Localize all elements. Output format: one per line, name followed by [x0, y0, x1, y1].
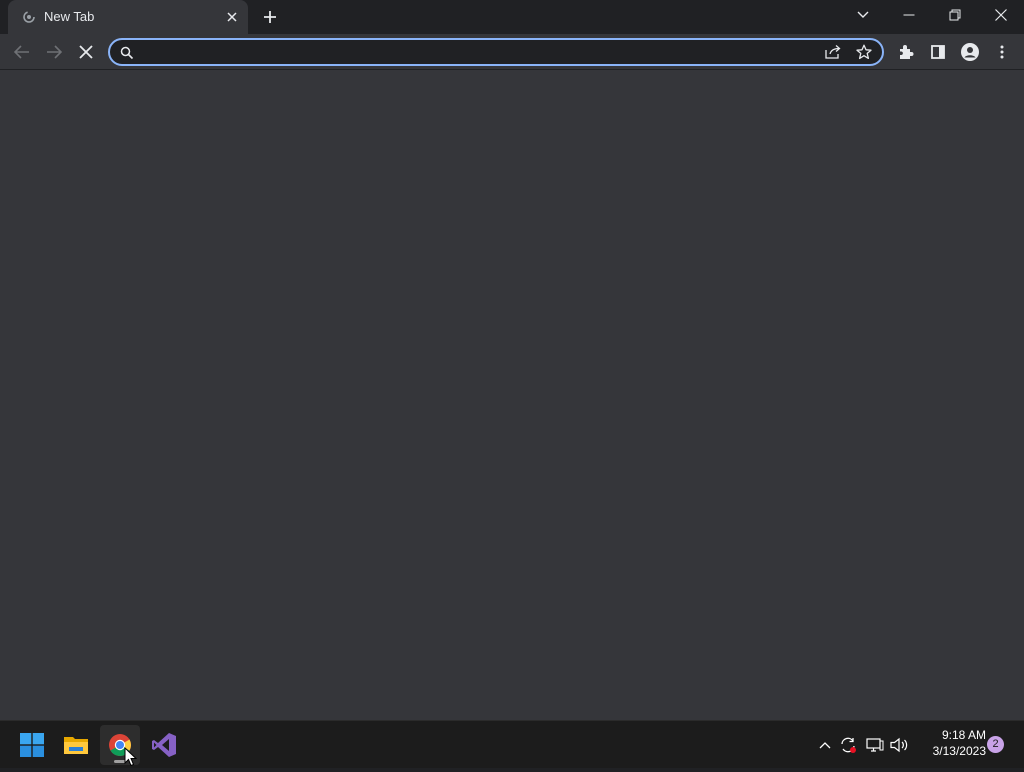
volume-icon[interactable]	[889, 733, 911, 757]
side-panel-button[interactable]	[924, 38, 952, 66]
chrome-loading-icon	[22, 10, 36, 24]
notification-badge[interactable]: 2	[987, 736, 1004, 753]
bookmark-star-icon[interactable]	[856, 44, 876, 62]
tab-title: New Tab	[44, 9, 95, 24]
restore-button[interactable]	[932, 0, 978, 30]
new-tab-button[interactable]	[258, 5, 282, 29]
mouse-cursor-icon	[124, 746, 138, 767]
address-input[interactable]	[142, 42, 802, 62]
taskbar: 9:18 AM 3/13/2023 2	[0, 720, 1024, 768]
sync-icon[interactable]	[837, 733, 859, 757]
page-content	[0, 71, 1024, 720]
tab-new-tab[interactable]: New Tab	[8, 0, 248, 34]
clock[interactable]: 9:18 AM 3/13/2023	[916, 727, 986, 759]
tab-search-button[interactable]	[840, 0, 886, 30]
address-bar[interactable]	[108, 38, 884, 66]
search-icon	[120, 46, 134, 60]
start-button[interactable]	[12, 725, 52, 765]
back-button[interactable]	[8, 38, 36, 66]
forward-button[interactable]	[40, 38, 68, 66]
tab-close-icon[interactable]	[224, 9, 240, 25]
browser-toolbar	[0, 34, 1024, 70]
title-bar: New Tab	[0, 0, 1024, 34]
chevron-up-icon[interactable]	[814, 733, 836, 757]
network-icon[interactable]	[864, 733, 886, 757]
stop-loading-button[interactable]	[72, 38, 100, 66]
file-explorer-button[interactable]	[56, 725, 96, 765]
clock-date: 3/13/2023	[932, 744, 986, 758]
clock-time: 9:18 AM	[941, 728, 986, 742]
browser-window: New Tab	[0, 0, 1024, 720]
share-icon[interactable]	[824, 44, 844, 62]
minimize-button[interactable]	[886, 0, 932, 30]
menu-button[interactable]	[988, 38, 1016, 66]
visual-studio-button[interactable]	[144, 725, 184, 765]
profile-button[interactable]	[956, 38, 984, 66]
extensions-button[interactable]	[892, 38, 920, 66]
close-window-button[interactable]	[978, 0, 1024, 30]
